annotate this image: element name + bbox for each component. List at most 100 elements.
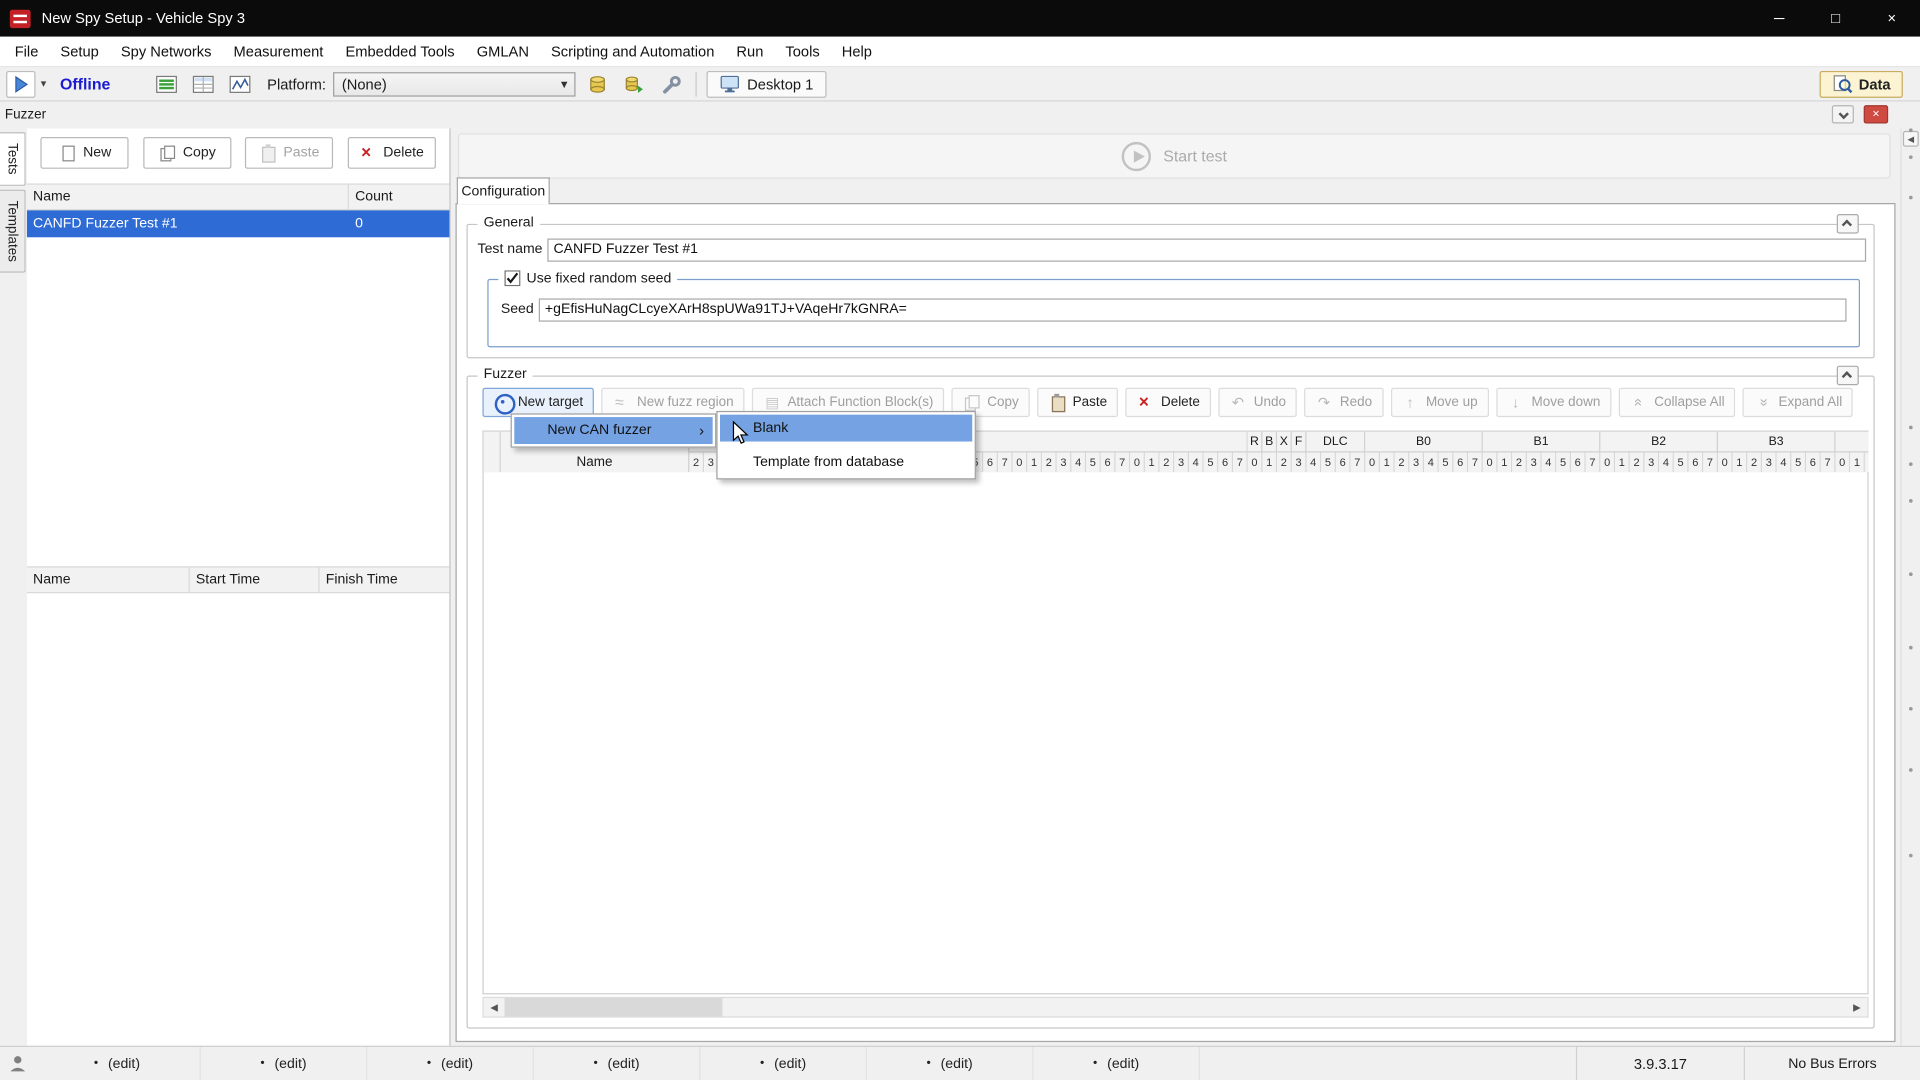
database-export-icon[interactable] <box>622 72 646 96</box>
play-circle-icon <box>1122 141 1151 170</box>
menu-file[interactable]: File <box>4 43 50 60</box>
runs-col-finish-time[interactable]: Finish Time <box>320 568 450 592</box>
scroll-right-button[interactable]: ▶ <box>1847 998 1868 1016</box>
menu-scripting-and-automation[interactable]: Scripting and Automation <box>540 43 725 60</box>
menu-item-template-from-database[interactable]: Template from database <box>720 449 972 476</box>
horizontal-scrollbar[interactable]: ◀ ▶ <box>482 997 1868 1018</box>
grid-bit-header: 6 <box>1218 453 1233 474</box>
move-up-button[interactable]: Move up <box>1390 388 1488 417</box>
grid-bit-header: 3 <box>1527 453 1542 474</box>
undo-button[interactable]: Undo <box>1218 388 1297 417</box>
workspace: Tests Templates NewCopyPasteDelete Name … <box>0 128 1920 1045</box>
menu-embedded-tools[interactable]: Embedded Tools <box>334 43 465 60</box>
grid-bit-header: 4 <box>1189 453 1204 474</box>
menu-measurement[interactable]: Measurement <box>223 43 335 60</box>
copy-test-button[interactable]: Copy <box>143 137 231 169</box>
test-name-input[interactable] <box>547 238 1866 261</box>
collapse-all-button[interactable]: Collapse All <box>1619 388 1736 417</box>
menu-item-blank[interactable]: Blank <box>720 415 972 442</box>
grid-bit-header: 5 <box>1204 453 1219 474</box>
grid-bit-header: 5 <box>1321 453 1336 474</box>
grid-bit-header: 6 <box>983 453 998 474</box>
grid-bit-header: 4 <box>1071 453 1086 474</box>
connection-status-label: Offline <box>60 75 110 93</box>
move-down-icon <box>1507 394 1525 411</box>
fuzzer-paste-button[interactable]: Paste <box>1037 388 1118 417</box>
edit-bullet-icon: • <box>427 1057 431 1070</box>
copy-icon <box>963 394 981 411</box>
copy-icon <box>158 144 176 161</box>
fuzz-icon <box>612 394 630 411</box>
grid-group-header: B3 <box>1718 432 1836 453</box>
delete-test-button[interactable]: Delete <box>347 137 435 169</box>
grid-bit-header: 1 <box>1850 453 1865 474</box>
grid-bit-header: 0 <box>1483 453 1498 474</box>
test-row[interactable]: CANFD Fuzzer Test #1 0 <box>27 210 449 237</box>
scrollbar-track[interactable] <box>722 998 1846 1016</box>
menu-item-new-can-fuzzer[interactable]: New CAN fuzzer › <box>514 417 712 444</box>
expand-all-button[interactable]: Expand All <box>1743 388 1853 417</box>
bus-status-label: No Bus Errors <box>1744 1047 1920 1080</box>
menu-help[interactable]: Help <box>831 43 883 60</box>
menu-run[interactable]: Run <box>725 43 774 60</box>
scroll-left-button[interactable]: ◀ <box>484 998 505 1016</box>
side-tab-tests[interactable]: Tests <box>0 132 26 185</box>
close-button[interactable]: × <box>1864 0 1920 37</box>
desktop-tab[interactable]: Desktop 1 <box>707 70 827 97</box>
menu-setup[interactable]: Setup <box>49 43 109 60</box>
redo-button[interactable]: Redo <box>1304 388 1383 417</box>
grid-bit-header: 2 <box>1160 453 1175 474</box>
side-tab-templates[interactable]: Templates <box>0 189 26 272</box>
grid-bit-header: 7 <box>1703 453 1718 474</box>
graph-view-icon[interactable] <box>228 72 252 96</box>
grid-bit-header: 7 <box>1233 453 1248 474</box>
run-button[interactable] <box>6 70 35 97</box>
signal-list-icon[interactable] <box>191 72 215 96</box>
delete-icon <box>359 144 377 161</box>
panel-collapse-button[interactable] <box>1832 105 1854 123</box>
tools-wrench-icon[interactable] <box>659 72 683 96</box>
window-title: New Spy Setup - Vehicle Spy 3 <box>42 10 245 27</box>
grid-group-header: B0 <box>1365 432 1483 453</box>
new-can-fuzzer-submenu: Blank Template from database <box>716 411 976 479</box>
maximize-button[interactable]: □ <box>1807 0 1863 37</box>
menu-gmlan[interactable]: GMLAN <box>466 43 540 60</box>
platform-select[interactable]: (None) ▼ <box>333 72 575 96</box>
runs-col-start-time[interactable]: Start Time <box>190 568 320 592</box>
start-test-label: Start test <box>1163 147 1227 165</box>
menu-spy-networks[interactable]: Spy Networks <box>110 43 223 60</box>
panel-close-button[interactable]: × <box>1864 105 1888 123</box>
paste-test-button[interactable]: Paste <box>245 137 333 169</box>
start-test-button[interactable]: Start test <box>458 133 1891 178</box>
tab-configuration[interactable]: Configuration <box>457 177 550 204</box>
status-user-icon <box>0 1047 34 1080</box>
grid-group-header: X <box>1277 432 1292 453</box>
grid-bit-header: 1 <box>1380 453 1395 474</box>
edit-status-segment: •(edit) <box>867 1047 1034 1080</box>
messages-view-icon[interactable] <box>154 72 178 96</box>
tests-col-name[interactable]: Name <box>27 185 349 209</box>
menu-tools[interactable]: Tools <box>774 43 830 60</box>
fixed-seed-checkbox[interactable] <box>504 270 520 286</box>
minimize-button[interactable]: ─ <box>1751 0 1807 37</box>
seed-input[interactable] <box>539 298 1847 321</box>
fuzzer-delete-button[interactable]: Delete <box>1125 388 1210 417</box>
runs-col-name[interactable]: Name <box>27 568 190 592</box>
grid-bit-header: 6 <box>1689 453 1704 474</box>
tests-col-count[interactable]: Count <box>349 185 449 209</box>
collapse-general-button[interactable] <box>1837 214 1859 234</box>
grid-bit-header: 7 <box>1116 453 1131 474</box>
grid-bit-header: 6 <box>1453 453 1468 474</box>
run-dropdown-chevron-icon[interactable]: ▾ <box>36 77 52 90</box>
window-controls: ─ □ × <box>1751 0 1920 37</box>
new-test-button[interactable]: New <box>41 137 129 169</box>
collapse-fuzzer-button[interactable] <box>1837 366 1859 386</box>
database-icon[interactable] <box>586 72 610 96</box>
move-down-button[interactable]: Move down <box>1496 388 1611 417</box>
scrollbar-thumb[interactable] <box>504 998 722 1016</box>
fuzzer-grid-body[interactable] <box>482 472 1868 994</box>
dock-collapse-button[interactable]: ◀ <box>1903 131 1919 147</box>
grid-bit-header: 3 <box>1762 453 1777 474</box>
data-button[interactable]: Data <box>1820 70 1903 97</box>
edit-bullet-icon: • <box>1093 1057 1097 1070</box>
